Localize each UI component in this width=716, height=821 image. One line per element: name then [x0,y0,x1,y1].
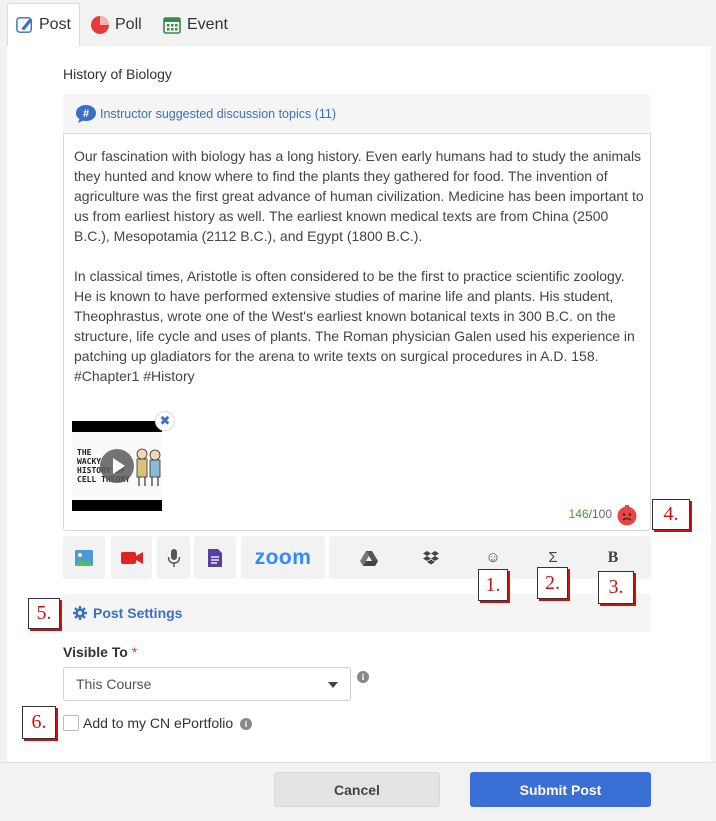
visible-to-value: This Course [76,676,152,692]
hashtag-bubble-icon: # [76,104,96,123]
required-mark: * [131,644,138,660]
letterbox-bar [72,500,162,511]
dropbox-icon [423,550,439,564]
post-type-tabs: Post Poll Event [0,0,716,46]
remove-attachment-button[interactable]: ✖ [155,411,175,431]
tab-event-label: Event [187,15,228,33]
sad-face-icon [617,505,637,526]
info-icon[interactable]: i [240,718,252,730]
letterbox-bar [72,421,162,432]
eportfolio-label[interactable]: Add to my CN ePortfolio [83,715,233,731]
tab-poll-label: Poll [115,15,142,33]
zoom-button[interactable]: zoom [241,536,325,579]
eportfolio-checkbox[interactable] [63,715,79,731]
info-icon[interactable]: i [357,671,369,683]
attach-document-button[interactable] [194,536,236,579]
word-count-current: 146 [568,507,589,521]
visible-to-label: Visible To * [63,644,138,660]
video-camera-icon [120,551,143,564]
post-paragraph: In classical times, Aristotle is often c… [74,268,635,384]
suggested-topics-link[interactable]: Instructor suggested discussion topics (… [100,107,336,121]
tab-event[interactable]: Event [162,3,228,46]
image-icon [75,549,93,566]
annotation-marker-3: 3. [598,571,634,604]
pie-chart-icon [91,15,109,34]
post-title: History of Biology [63,66,172,82]
post-body-text[interactable]: Our fascination with biology has a long … [74,146,644,386]
annotation-marker-4: 4. [652,499,690,530]
word-count-max: 100 [591,507,612,521]
insert-video-button[interactable] [111,536,152,579]
tab-poll[interactable]: Poll [90,3,142,46]
cartoon-figures-image [136,448,161,486]
play-icon[interactable] [100,449,134,483]
svg-text:#: # [83,108,89,120]
post-paragraph: Our fascination with biology has a long … [74,148,644,244]
post-settings-toggle[interactable]: Post Settings [63,594,651,632]
post-settings-label: Post Settings [93,605,183,621]
google-drive-icon [360,550,378,566]
annotation-marker-5: 5. [28,598,60,629]
submit-post-button[interactable]: Submit Post [470,772,651,807]
tab-post[interactable]: Post [7,3,80,46]
gear-icon [73,606,87,620]
record-audio-button[interactable] [157,536,190,579]
calendar-icon [163,16,181,34]
word-count: 146/100 [568,507,612,521]
annotation-marker-2: 2. [537,567,568,599]
annotation-marker-6: 6. [22,706,56,739]
visible-to-select[interactable]: This Course [63,667,351,701]
cancel-button[interactable]: Cancel [274,772,440,807]
post-pen-icon [16,17,33,33]
video-attachment[interactable]: THE WACKY HISTORY OF CELL THEORY ✖ [72,411,175,511]
discussion-topics-bar: # Instructor suggested discussion topics… [63,94,651,133]
google-drive-button[interactable] [349,536,389,579]
document-icon [208,548,222,567]
dropbox-button[interactable] [411,536,451,579]
caret-down-icon [328,682,338,688]
tab-post-label: Post [38,16,71,33]
microphone-icon [167,548,180,567]
post-body-editor[interactable]: Our fascination with biology has a long … [63,133,651,531]
annotation-marker-1: 1. [478,569,508,601]
video-thumbnail: THE WACKY HISTORY OF CELL THEORY [72,432,162,500]
insert-image-button[interactable] [63,536,105,579]
